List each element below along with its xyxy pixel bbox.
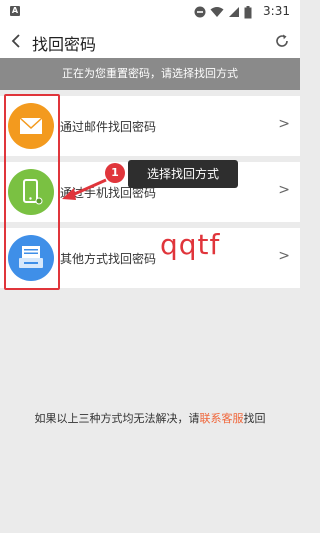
chevron-right-icon: > xyxy=(278,182,290,198)
status-time: 3:31 xyxy=(263,4,290,18)
battery-icon xyxy=(244,5,252,18)
email-option-label: 通过邮件找回密码 xyxy=(60,120,157,134)
app-header: 找回密码 xyxy=(0,24,300,58)
chevron-left-icon[interactable] xyxy=(8,32,26,50)
email-recovery-option[interactable]: 通过邮件找回密码 > xyxy=(0,96,300,156)
do-not-disturb-icon xyxy=(194,6,206,18)
annotation-arrow-icon xyxy=(62,178,107,200)
chevron-right-icon: > xyxy=(278,116,290,132)
status-bar: A 3:31 xyxy=(0,0,300,24)
status-icons xyxy=(194,5,252,19)
phone-icon xyxy=(8,169,54,215)
annotation-tooltip: 选择找回方式 xyxy=(128,160,238,188)
footer-prefix: 如果以上三种方式均无法解决，请 xyxy=(34,412,200,425)
contact-support-link[interactable]: 联系客服 xyxy=(200,412,244,425)
watermark-text: qqtf xyxy=(160,228,221,261)
other-option-label: 其他方式找回密码 xyxy=(60,252,157,266)
refresh-icon[interactable] xyxy=(274,33,290,49)
printer-icon xyxy=(8,235,54,281)
footer-help-text: 如果以上三种方式均无法解决，请联系客服找回 xyxy=(0,410,300,426)
wifi-icon xyxy=(210,7,224,17)
notice-bar: 正在为您重置密码，请选择找回方式 xyxy=(0,58,300,90)
other-recovery-option[interactable]: 其他方式找回密码 > xyxy=(0,228,300,288)
signal-icon xyxy=(229,7,239,17)
mail-icon xyxy=(8,103,54,149)
app-indicator-icon: A xyxy=(10,6,20,16)
step-badge: 1 xyxy=(105,163,125,183)
page-title: 找回密码 xyxy=(32,35,97,54)
footer-suffix: 找回 xyxy=(243,412,266,425)
chevron-right-icon: > xyxy=(278,248,290,264)
